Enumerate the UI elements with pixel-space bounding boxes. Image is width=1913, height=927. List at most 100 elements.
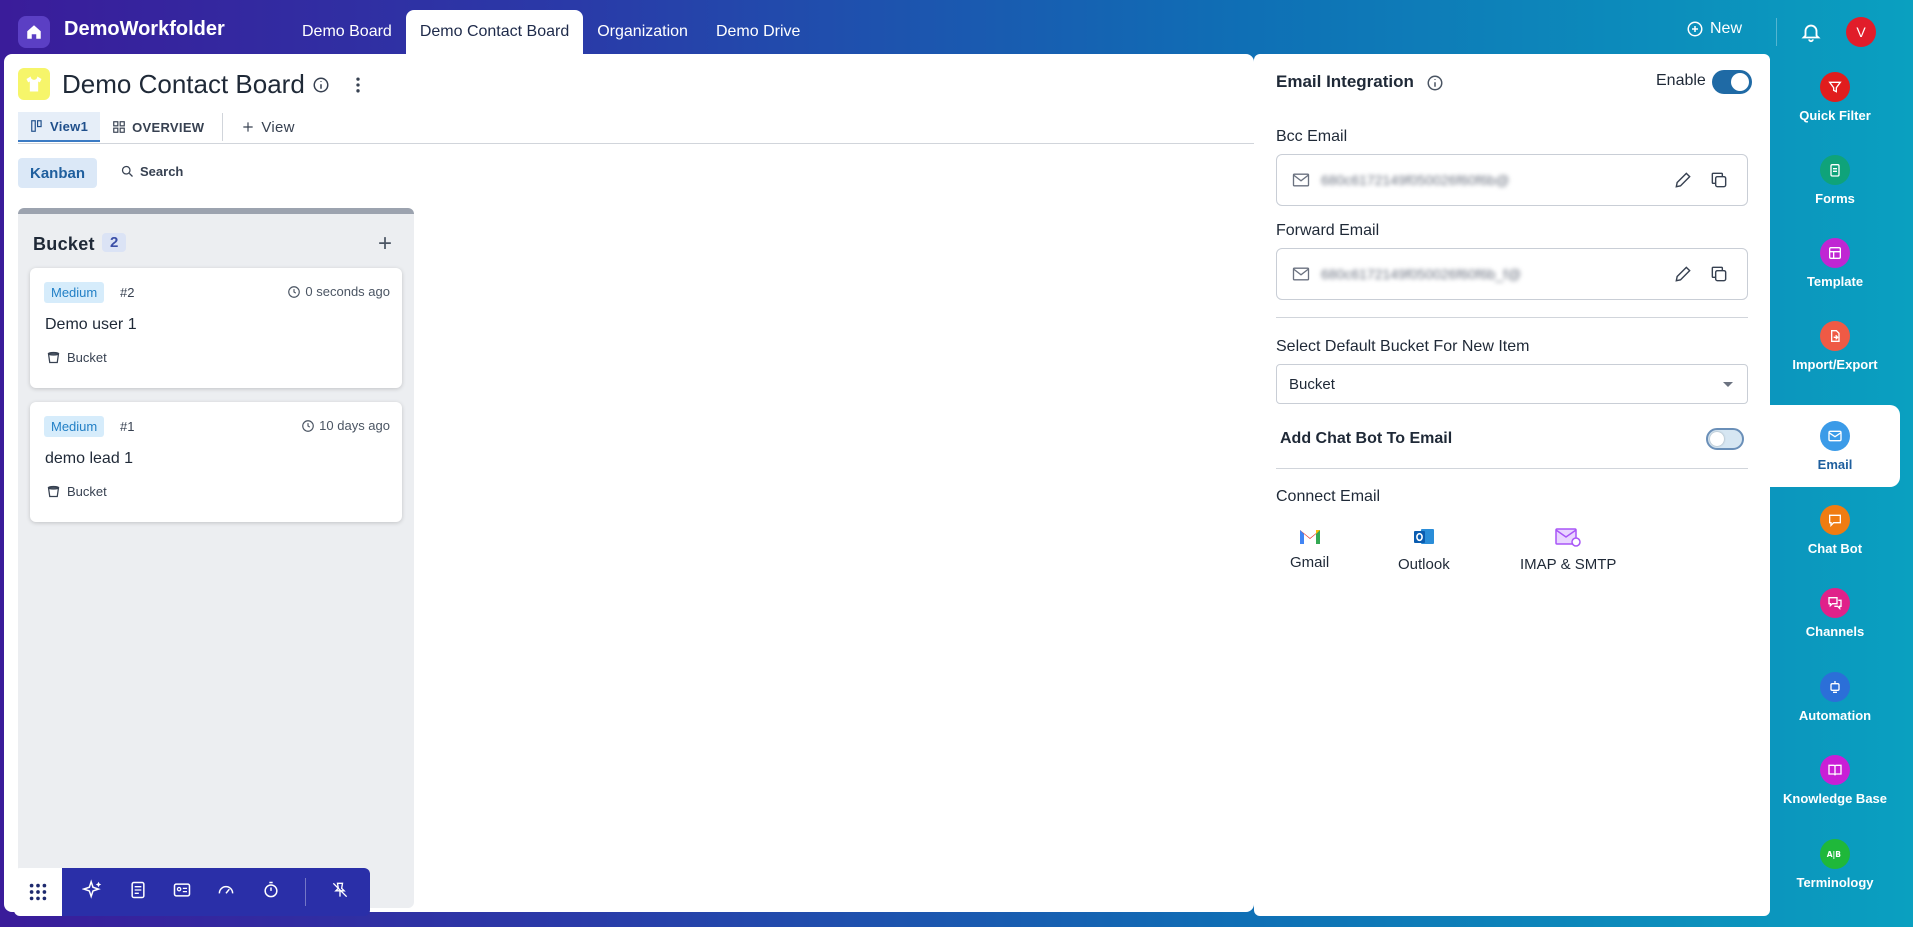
bcc-email-field: 680c6172149f050026f60f6b@ xyxy=(1276,154,1748,206)
forward-email-field: 680c6172149f050026f60f6b_f@ xyxy=(1276,248,1748,300)
apps-grid-button[interactable] xyxy=(14,868,62,916)
card-bucket-label: Bucket xyxy=(67,484,107,499)
workspace-name[interactable]: DemoWorkfolder xyxy=(64,18,225,41)
grid-icon xyxy=(113,121,125,133)
edit-icon[interactable] xyxy=(1673,264,1693,284)
enable-label: Enable xyxy=(1656,72,1706,89)
grid-dots-icon xyxy=(29,883,47,901)
tab-demo-contact-board[interactable]: Demo Contact Board xyxy=(405,10,584,54)
sidebar-item-template[interactable]: Template xyxy=(1770,222,1900,304)
add-item-button[interactable]: + xyxy=(378,230,392,258)
pin-off-icon xyxy=(332,882,348,897)
sidebar-item-chat-bot[interactable]: Chat Bot xyxy=(1770,489,1900,571)
sidebar-item-label: Knowledge Base xyxy=(1782,790,1888,806)
outlook-icon xyxy=(1413,529,1434,544)
notes-button[interactable] xyxy=(128,880,148,905)
svg-text:A|B: A|B xyxy=(1827,850,1842,860)
add-view-button[interactable]: View xyxy=(229,112,306,142)
sidebar-item-label: Email xyxy=(1817,456,1853,472)
bucket-icon xyxy=(47,485,60,498)
tshirt-icon xyxy=(26,76,42,92)
unpin-button[interactable] xyxy=(330,880,350,905)
column-count-badge: 2 xyxy=(102,233,127,252)
timer-button[interactable] xyxy=(261,880,281,905)
sidebar-item-knowledge-base[interactable]: Knowledge Base xyxy=(1770,739,1900,821)
card-number: #2 xyxy=(120,285,135,300)
connect-outlook-button[interactable]: Outlook xyxy=(1398,526,1450,573)
new-button-label: New xyxy=(1710,20,1743,37)
copy-icon[interactable] xyxy=(1709,264,1729,284)
divider xyxy=(1276,317,1748,318)
email-integration-panel: Email Integration Enable Bcc Email 680c6… xyxy=(1254,54,1770,916)
board-icon xyxy=(18,68,50,100)
board-more-button[interactable] xyxy=(348,74,368,101)
connect-email-title: Connect Email xyxy=(1276,488,1381,505)
default-bucket-select[interactable]: Bucket xyxy=(1276,364,1748,404)
board-area: Demo Contact Board View1 OVERVIEW View K… xyxy=(4,54,1254,912)
clock-icon xyxy=(302,419,314,432)
kanban-column: Bucket 2 + Medium #2 0 seconds ago Demo … xyxy=(18,208,414,908)
sparkles-button[interactable] xyxy=(81,878,104,906)
avatar[interactable]: V xyxy=(1846,17,1876,47)
edit-icon[interactable] xyxy=(1673,170,1693,190)
tab-demo-board[interactable]: Demo Board xyxy=(288,10,406,54)
search-icon xyxy=(121,165,133,177)
filter-icon xyxy=(1820,71,1850,102)
home-button[interactable] xyxy=(18,16,50,48)
card-bucket-label: Bucket xyxy=(67,350,107,365)
default-bucket-value: Bucket xyxy=(1289,376,1335,393)
divider xyxy=(1276,468,1748,469)
sidebar-item-import-export[interactable]: Import/Export xyxy=(1770,305,1900,387)
view-tabs: View1 OVERVIEW View xyxy=(18,112,307,142)
sidebar-item-terminology[interactable]: A|B Terminology xyxy=(1770,823,1900,905)
search-label: Search xyxy=(140,164,184,179)
kanban-card[interactable]: Medium #1 10 days ago demo lead 1 Bucket xyxy=(30,402,402,522)
document-icon xyxy=(131,881,145,898)
kanban-card[interactable]: Medium #2 0 seconds ago Demo user 1 Buck… xyxy=(30,268,402,388)
imap-smtp-label: IMAP & SMTP xyxy=(1520,556,1617,573)
contact-card-button[interactable] xyxy=(172,880,192,905)
kanban-view-icon xyxy=(31,120,42,132)
priority-badge: Medium xyxy=(44,282,105,303)
tab-demo-drive[interactable]: Demo Drive xyxy=(702,10,814,54)
sidebar-item-automation[interactable]: Automation xyxy=(1770,656,1900,738)
tab-view1-label: View1 xyxy=(50,118,89,134)
info-icon xyxy=(1427,75,1443,91)
mail-icon xyxy=(1820,420,1850,451)
card-title: Demo user 1 xyxy=(45,316,137,333)
sidebar-item-quick-filter[interactable]: Quick Filter xyxy=(1770,56,1900,138)
tab-view1[interactable]: View1 xyxy=(18,112,101,142)
panel-info-button[interactable] xyxy=(1426,74,1444,97)
tab-organization[interactable]: Organization xyxy=(583,10,702,54)
new-button[interactable]: New xyxy=(1686,20,1742,38)
connect-imap-smtp-button[interactable]: IMAP & SMTP xyxy=(1520,526,1616,573)
ab-icon: A|B xyxy=(1820,838,1850,869)
add-view-label: View xyxy=(261,118,295,136)
column-title: Bucket xyxy=(33,234,95,254)
kanban-button[interactable]: Kanban xyxy=(18,158,98,188)
search-button[interactable]: Search xyxy=(120,164,183,179)
notifications-button[interactable] xyxy=(1800,20,1822,49)
right-sidebar: Quick Filter Forms Template Import/Expor… xyxy=(1770,54,1913,914)
tab-overview[interactable]: OVERVIEW xyxy=(100,112,216,142)
priority-badge: Medium xyxy=(44,416,105,437)
chatbot-toggle[interactable] xyxy=(1706,428,1744,450)
sidebar-item-forms[interactable]: Forms xyxy=(1770,139,1900,221)
card-title: demo lead 1 xyxy=(45,450,134,467)
connect-gmail-button[interactable]: Gmail xyxy=(1290,526,1329,571)
bcc-email-label: Bcc Email xyxy=(1276,128,1348,145)
card-time: 0 seconds ago xyxy=(287,284,390,299)
sidebar-item-label: Channels xyxy=(1805,623,1865,639)
id-card-icon xyxy=(174,882,191,897)
sidebar-item-email[interactable]: Email xyxy=(1770,405,1900,487)
dashboard-button[interactable] xyxy=(216,880,236,905)
board-info-button[interactable] xyxy=(312,76,330,99)
card-bucket: Bucket xyxy=(46,350,107,365)
card-bucket: Bucket xyxy=(46,484,107,499)
chat-icon xyxy=(1820,504,1850,535)
clipboard-icon xyxy=(1820,154,1850,185)
sidebar-item-channels[interactable]: Channels xyxy=(1770,572,1900,654)
chatbot-label: Add Chat Bot To Email xyxy=(1280,430,1453,447)
copy-icon[interactable] xyxy=(1709,170,1729,190)
enable-toggle[interactable] xyxy=(1712,70,1752,94)
